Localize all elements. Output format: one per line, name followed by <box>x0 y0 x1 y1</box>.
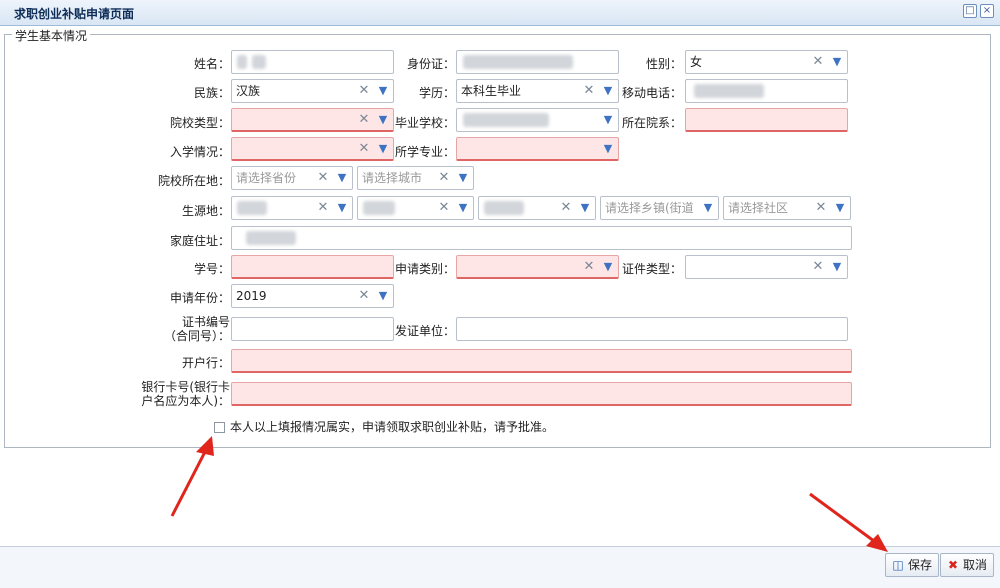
chevron-down-icon[interactable]: ▼ <box>453 167 473 189</box>
major-label: 所学专业： <box>394 145 455 159</box>
clear-icon[interactable]: ✕ <box>357 80 371 102</box>
department-label: 所在院系： <box>621 116 682 130</box>
id-card-input[interactable] <box>456 50 619 74</box>
clear-icon[interactable]: ✕ <box>316 197 330 219</box>
restore-icon[interactable]: □ <box>963 4 977 18</box>
origin-county-select[interactable]: ✕ ▼ <box>478 196 596 220</box>
gender-label: 性别： <box>645 57 682 71</box>
school-city-select[interactable]: 请选择城市 ✕ ▼ <box>357 166 474 190</box>
cert-no-input[interactable] <box>231 317 394 341</box>
mobile-label: 移动电话： <box>621 86 682 100</box>
education-select[interactable]: 本科生毕业 ✕ ▼ <box>456 79 619 103</box>
bank-label: 开户行： <box>181 356 230 370</box>
declaration-text: 本人以上填报情况属实，申请领取求职创业补贴，请予批准。 <box>230 420 555 434</box>
clear-icon[interactable]: ✕ <box>357 285 371 307</box>
issuer-label: 发证单位： <box>394 324 455 338</box>
chevron-down-icon[interactable]: ▼ <box>373 285 393 307</box>
clear-icon[interactable]: ✕ <box>811 256 825 278</box>
ethnicity-label: 民族： <box>193 86 230 100</box>
id-card-label: 身份证： <box>406 57 455 71</box>
chevron-down-icon[interactable]: ▼ <box>698 197 718 219</box>
save-label: 保存 <box>908 558 933 572</box>
cert-no-label: 证书编号（合同号）： <box>164 315 231 343</box>
major-select[interactable]: ▼ <box>456 137 619 161</box>
chevron-down-icon[interactable]: ▼ <box>575 197 595 219</box>
origin-town-select[interactable]: 请选择乡镇(街道 ▼ <box>600 196 719 220</box>
issuer-input[interactable] <box>456 317 848 341</box>
graduate-school-select[interactable]: ▼ <box>456 108 619 132</box>
enrollment-label: 入学情况： <box>169 145 230 159</box>
department-input[interactable] <box>685 108 848 132</box>
origin-label: 生源地： <box>181 204 230 218</box>
cert-type-label: 证件类型： <box>621 262 682 276</box>
cancel-label: 取消 <box>963 558 988 572</box>
origin-province-select[interactable]: ✕ ▼ <box>231 196 353 220</box>
annotation-arrow-checkbox <box>170 436 214 517</box>
education-value: 本科生毕业 <box>461 84 522 98</box>
close-icon[interactable]: × <box>980 4 994 18</box>
student-no-label: 学号： <box>193 262 230 276</box>
city-placeholder: 请选择城市 <box>362 171 423 185</box>
clear-icon[interactable]: ✕ <box>357 109 371 131</box>
province-placeholder: 请选择省份 <box>236 171 297 185</box>
clear-icon[interactable]: ✕ <box>811 51 825 73</box>
clear-icon[interactable]: ✕ <box>582 80 596 102</box>
school-location-label: 院校所在地： <box>157 174 230 188</box>
apply-year-select[interactable]: 2019 ✕ ▼ <box>231 284 394 308</box>
community-placeholder: 请选择社区 <box>728 201 789 215</box>
cancel-icon: ✖ <box>947 558 959 572</box>
education-label: 学历： <box>418 86 455 100</box>
gender-select[interactable]: 女 ✕ ▼ <box>685 50 848 74</box>
name-label: 姓名： <box>193 57 230 71</box>
mobile-input[interactable] <box>685 79 848 103</box>
clear-icon[interactable]: ✕ <box>316 167 330 189</box>
clear-icon[interactable]: ✕ <box>437 167 451 189</box>
ethnicity-select[interactable]: 汉族 ✕ ▼ <box>231 79 394 103</box>
bank-input[interactable] <box>231 349 852 373</box>
apply-category-select[interactable]: ✕ ▼ <box>456 255 619 279</box>
bank-card-input[interactable] <box>231 382 852 406</box>
cert-type-select[interactable]: ✕ ▼ <box>685 255 848 279</box>
clear-icon[interactable]: ✕ <box>357 138 371 160</box>
apply-category-label: 申请类别： <box>394 262 455 276</box>
school-province-select[interactable]: 请选择省份 ✕ ▼ <box>231 166 353 190</box>
school-type-select[interactable]: ✕ ▼ <box>231 108 394 132</box>
home-address-label: 家庭住址： <box>169 234 230 248</box>
cancel-button[interactable]: ✖ 取消 <box>940 553 995 577</box>
chevron-down-icon[interactable]: ▼ <box>827 51 847 73</box>
clear-icon[interactable]: ✕ <box>814 197 828 219</box>
student-no-input[interactable] <box>231 255 394 279</box>
clear-icon[interactable]: ✕ <box>559 197 573 219</box>
town-placeholder: 请选择乡镇(街道 <box>605 201 694 215</box>
apply-year-label: 申请年份： <box>169 291 230 305</box>
chevron-down-icon[interactable]: ▼ <box>332 197 352 219</box>
annotation-arrow-save <box>809 492 888 552</box>
chevron-down-icon[interactable]: ▼ <box>598 138 618 160</box>
window-title: 求职创业补贴申请页面 <box>14 7 135 21</box>
clear-icon[interactable]: ✕ <box>437 197 451 219</box>
declaration: 本人以上填报情况属实，申请领取求职创业补贴，请予批准。 <box>214 418 554 435</box>
school-type-label: 院校类型： <box>169 116 230 130</box>
home-address-input[interactable] <box>231 226 852 250</box>
ethnicity-value: 汉族 <box>236 84 261 98</box>
gender-value: 女 <box>690 55 703 69</box>
window-titlebar: 求职创业补贴申请页面 □ × <box>0 0 1000 26</box>
chevron-down-icon[interactable]: ▼ <box>830 197 850 219</box>
name-input[interactable] <box>231 50 394 74</box>
enrollment-select[interactable]: ✕ ▼ <box>231 137 394 161</box>
graduate-school-label: 毕业学校： <box>394 116 455 130</box>
origin-city-select[interactable]: ✕ ▼ <box>357 196 474 220</box>
bank-card-label: 银行卡号(银行卡户名应为本人)： <box>141 380 230 408</box>
clear-icon[interactable]: ✕ <box>582 256 596 278</box>
origin-community-select[interactable]: 请选择社区 ✕ ▼ <box>723 196 851 220</box>
apply-year-value: 2019 <box>236 289 267 303</box>
chevron-down-icon[interactable]: ▼ <box>827 256 847 278</box>
chevron-down-icon[interactable]: ▼ <box>453 197 473 219</box>
fieldset-legend: 学生基本情况 <box>12 27 91 44</box>
chevron-down-icon[interactable]: ▼ <box>332 167 352 189</box>
